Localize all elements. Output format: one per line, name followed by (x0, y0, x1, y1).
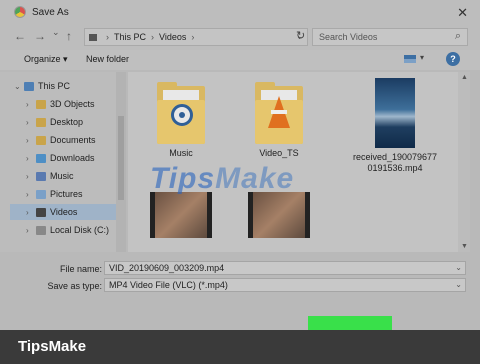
sidebar-item-label: 3D Objects (50, 99, 95, 109)
sidebar-item-downloads[interactable]: › Downloads (26, 150, 116, 166)
file-item-received-video[interactable]: received_1900796770191536.mp4 (352, 78, 438, 174)
folder-icon (255, 82, 303, 144)
save-as-type-select[interactable]: MP4 Video File (VLC) (*.mp4) ⌄ (104, 278, 466, 292)
pictures-icon (36, 189, 46, 199)
folder-icon (157, 82, 205, 144)
sidebar-item-documents[interactable]: › Documents (26, 132, 116, 148)
sidebar-item-local-disk[interactable]: › Local Disk (C:) (26, 222, 116, 238)
chevron-down-icon[interactable]: ⌄ (455, 280, 462, 289)
forward-arrow-icon[interactable]: → (34, 29, 46, 43)
file-item-music[interactable]: Music (138, 82, 224, 159)
sidebar-item-videos[interactable]: › Videos (10, 204, 116, 220)
sidebar-item-label: Downloads (50, 153, 95, 163)
breadcrumb-videos[interactable]: Videos (159, 32, 186, 42)
scroll-up-icon[interactable]: ▲ (461, 74, 468, 81)
close-icon[interactable]: ✕ (457, 5, 468, 21)
file-name: Music (169, 148, 193, 158)
sidebar-item-label: Desktop (50, 117, 84, 127)
chevron-down-icon[interactable]: ⌄ (14, 82, 24, 91)
scroll-down-icon[interactable]: ▼ (461, 243, 468, 250)
search-placeholder: Search Videos (319, 32, 378, 42)
file-item-video[interactable] (138, 192, 224, 242)
save-button-highlight[interactable] (308, 316, 392, 330)
address-bar: ← → ⌄ ↑ › This PC › Videos › ⌄ ↻ Search … (0, 24, 480, 50)
organize-button[interactable]: Organize ▾ (24, 54, 68, 65)
back-arrow-icon[interactable]: ← (14, 29, 26, 43)
recent-locations-icon[interactable]: ⌄ (52, 27, 60, 38)
chevron-right-icon[interactable]: › (26, 226, 36, 235)
new-folder-button[interactable]: New folder (86, 54, 129, 64)
refresh-icon[interactable]: ↻ (296, 29, 305, 42)
file-name-label: File name: (59, 264, 102, 274)
sidebar-item-this-pc[interactable]: ⌄ This PC (14, 78, 116, 94)
chevron-right-icon[interactable]: › (26, 172, 36, 181)
file-item-video[interactable] (236, 192, 322, 242)
command-bar: Organize ▾ New folder ▾ ? (0, 50, 480, 70)
folder-icon (36, 99, 46, 109)
sidebar-item-pictures[interactable]: › Pictures (26, 186, 116, 202)
title-bar: Save As ✕ (0, 0, 480, 24)
download-icon (36, 153, 46, 163)
file-list-scrollbar[interactable]: ▲ ▼ (458, 72, 470, 252)
view-icon[interactable] (404, 55, 416, 63)
file-name-field[interactable]: VID_20190609_003209.mp4 ⌄ (104, 261, 466, 275)
save-as-dialog: Save As ✕ ← → ⌄ ↑ › This PC › Videos › ⌄… (0, 0, 480, 330)
video-icon (36, 207, 46, 217)
sidebar-item-3d-objects[interactable]: › 3D Objects (26, 96, 116, 112)
chevron-right-icon[interactable]: › (26, 154, 36, 163)
sidebar-item-music[interactable]: › Music (26, 168, 116, 184)
file-name: Video_TS (259, 148, 299, 158)
music-disc-icon (171, 104, 193, 126)
brand-logo: TipsMake (18, 338, 87, 355)
file-item-video-ts[interactable]: Video_TS (236, 82, 322, 159)
search-input[interactable]: Search Videos ⌕ (312, 28, 468, 46)
pc-icon (24, 81, 34, 91)
music-icon (36, 171, 46, 181)
window-title: Save As (32, 6, 69, 18)
video-thumbnail (150, 192, 212, 238)
video-thumbnail (248, 192, 310, 238)
save-as-type-label: Save as type: (47, 281, 102, 291)
sidebar-item-label: Pictures (50, 189, 83, 199)
folder-icon (36, 117, 46, 127)
chevron-down-icon[interactable]: ▾ (420, 53, 424, 62)
sidebar-item-label: Videos (50, 207, 78, 217)
watermark: TipsMake (150, 162, 295, 195)
file-name-value: VID_20190609_003209.mp4 (109, 263, 225, 273)
sidebar-item-desktop[interactable]: › Desktop (26, 114, 116, 130)
navigation-pane: ⌄ This PC › 3D Objects › Desktop › Docum… (0, 72, 116, 252)
save-as-type-value: MP4 Video File (VLC) (*.mp4) (109, 280, 228, 290)
chevron-right-icon[interactable]: › (26, 100, 36, 109)
chrome-icon (14, 6, 26, 18)
sidebar-item-label: Music (50, 171, 74, 181)
sidebar-scrollbar[interactable] (116, 72, 126, 252)
file-name: received_1900796770191536.mp4 (352, 152, 438, 173)
up-arrow-icon[interactable]: ↑ (66, 29, 72, 43)
sidebar-item-label: Local Disk (C:) (50, 225, 110, 235)
search-icon: ⌕ (454, 30, 461, 42)
sidebar-item-label: This PC (38, 81, 71, 91)
folder-icon (36, 135, 46, 145)
video-thumbnail (375, 78, 415, 148)
sidebar-item-label: Documents (50, 135, 96, 145)
breadcrumb[interactable]: › This PC › Videos › ⌄ (84, 28, 308, 46)
breadcrumb-this-pc[interactable]: This PC (114, 32, 146, 42)
help-icon[interactable]: ? (446, 52, 460, 66)
chevron-down-icon[interactable]: ⌄ (455, 263, 462, 272)
scrollbar-thumb[interactable] (118, 116, 124, 200)
folder-icon (89, 33, 97, 41)
chevron-right-icon[interactable]: › (26, 190, 36, 199)
chevron-right-icon[interactable]: › (26, 136, 36, 145)
chevron-right-icon[interactable]: › (26, 208, 36, 217)
chevron-right-icon[interactable]: › (26, 118, 36, 127)
disk-icon (36, 225, 46, 235)
